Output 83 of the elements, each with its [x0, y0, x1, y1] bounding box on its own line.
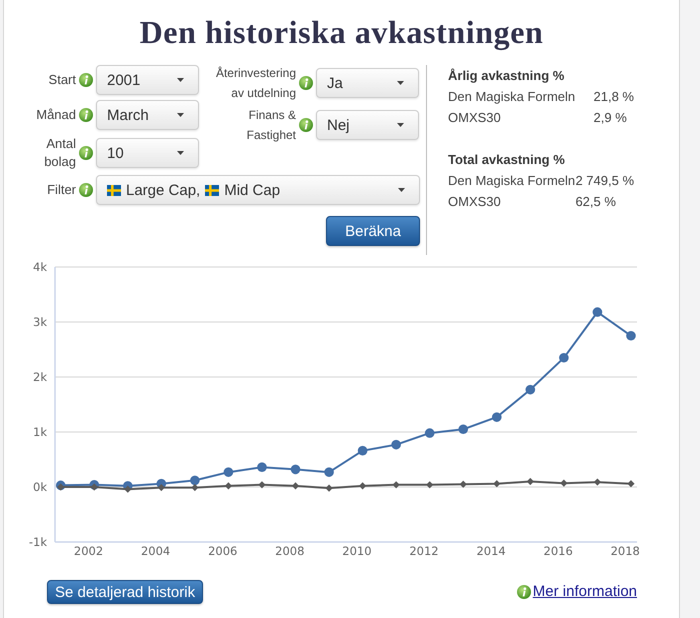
data-point	[258, 481, 266, 488]
dropdown[interactable]: 2001	[96, 65, 199, 95]
info-icon[interactable]	[299, 76, 313, 90]
page-title: Den historiska avkastningen	[140, 13, 544, 51]
axis-tick-label: 2018	[610, 544, 640, 558]
data-point	[526, 384, 536, 394]
data-point	[392, 481, 400, 488]
data-point	[292, 482, 300, 490]
calculate-button[interactable]: Beräkna	[326, 216, 420, 246]
dropdown[interactable]: 10	[96, 138, 199, 168]
axis-tick-label: 0k	[33, 480, 47, 494]
caret-icon	[397, 81, 404, 85]
data-point	[325, 484, 333, 492]
data-point	[324, 467, 334, 477]
flag-icon	[107, 184, 121, 196]
row-label: Den Magiska Formeln	[448, 172, 576, 190]
row-value: 2,9 %	[594, 109, 628, 127]
data-point	[460, 480, 467, 488]
axis-tick-label: 2012	[409, 544, 439, 558]
info-icon[interactable]	[516, 585, 531, 599]
data-point	[626, 330, 636, 341]
data-point	[224, 467, 234, 477]
axis-tick-label: 2k	[33, 370, 47, 384]
row-label: Den Magiska Formeln	[448, 88, 576, 106]
axis-tick-label: 2004	[141, 544, 170, 558]
data-point	[560, 480, 568, 487]
axis-tick-label: 1k	[33, 425, 47, 439]
data-point	[594, 478, 602, 486]
field-label: Återinvestering av utdelning	[214, 65, 296, 102]
caret-icon	[397, 123, 404, 127]
axis-tick-label: 4k	[33, 260, 47, 274]
axis-tick-label: 2002	[74, 544, 104, 558]
axis-tick-label: -1k	[28, 535, 47, 549]
axis-tick-label: 2010	[342, 544, 372, 558]
dropdown[interactable]: Ja	[316, 68, 419, 98]
data-point	[190, 476, 200, 486]
axis-tick-label: 2008	[275, 544, 304, 558]
info-icon[interactable]	[299, 118, 313, 132]
row-value: 62,5 %	[575, 193, 617, 211]
axis-tick-label: 2006	[208, 544, 238, 558]
field-label: Filter	[46, 181, 76, 199]
dropdown[interactable]: March	[96, 100, 199, 130]
axis-tick-label: 2014	[476, 544, 506, 558]
field-label: Finans & Fastighet	[246, 107, 296, 144]
dropdown[interactable]: Nej	[316, 110, 419, 140]
caret-icon	[177, 151, 184, 155]
data-point	[290, 464, 300, 474]
row-label: OMXS30	[448, 193, 502, 211]
data-point	[359, 482, 366, 490]
data-point	[592, 307, 602, 317]
axis-tick-label: 3k	[33, 315, 47, 329]
info-icon[interactable]	[79, 73, 93, 87]
data-point	[257, 462, 267, 472]
row-value: 2 749,5 %	[575, 172, 634, 190]
axis-tick-label: 2016	[544, 544, 573, 558]
data-point	[492, 412, 502, 422]
data-point	[358, 446, 368, 456]
data-point	[493, 480, 500, 488]
info-icon[interactable]	[79, 183, 93, 197]
caret-icon	[177, 78, 184, 82]
field-label: Månad	[35, 106, 76, 124]
row-label: OMXS30	[448, 109, 502, 127]
field-label: Start	[48, 71, 76, 89]
section-heading: Total avkastning %	[448, 151, 566, 169]
data-point	[426, 481, 434, 488]
caret-icon	[177, 113, 184, 117]
caret-icon	[398, 188, 405, 192]
history-button[interactable]: Se detaljerad historik	[47, 580, 204, 604]
info-icon[interactable]	[79, 108, 93, 122]
section-heading: Årlig avkastning %	[448, 67, 566, 85]
data-point	[224, 482, 232, 490]
more-info-link[interactable]: Mer information	[532, 583, 637, 601]
data-point	[424, 428, 434, 438]
data-point	[526, 478, 534, 486]
field-label: Antal bolag	[43, 135, 76, 171]
dropdown[interactable]: Large Cap, Mid Cap	[96, 175, 420, 205]
data-point	[559, 352, 569, 363]
data-point	[627, 480, 635, 488]
data-point	[391, 440, 401, 450]
data-point	[458, 424, 468, 434]
info-icon[interactable]	[79, 146, 93, 160]
flag-icon	[205, 184, 220, 196]
row-value: 21,8 %	[594, 88, 634, 106]
